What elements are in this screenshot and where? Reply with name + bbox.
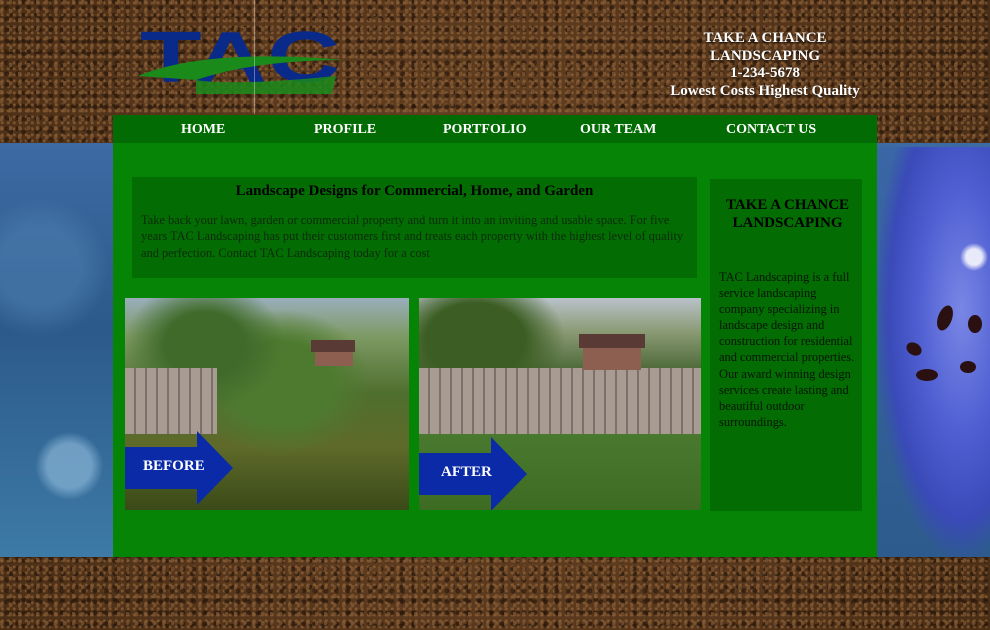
main-panel: HOME PROFILE PORTFOLIO OUR TEAM CONTACT … xyxy=(113,115,877,557)
nav-profile[interactable]: PROFILE xyxy=(314,122,376,138)
before-label: BEFORE xyxy=(143,458,205,474)
nav-home[interactable]: HOME xyxy=(181,122,225,138)
flower-image xyxy=(876,147,990,557)
before-photo: BEFORE xyxy=(125,298,409,510)
fence xyxy=(125,368,217,434)
nav-contact-us[interactable]: CONTACT US xyxy=(726,122,816,138)
intro-text: Take back your lawn, garden or commercia… xyxy=(141,213,684,260)
main-nav: HOME PROFILE PORTFOLIO OUR TEAM CONTACT … xyxy=(113,115,877,143)
header-divider xyxy=(254,0,255,114)
intro-box: Landscape Designs for Commercial, Home, … xyxy=(132,177,697,278)
company-name: TAKE A CHANCE LANDSCAPING xyxy=(703,30,827,64)
phone-number: 1-234-5678 xyxy=(730,65,800,81)
nav-portfolio[interactable]: PORTFOLIO xyxy=(443,122,527,138)
company-info: TAKE A CHANCE LANDSCAPING 1-234-5678 Low… xyxy=(655,30,875,100)
after-label: AFTER xyxy=(441,464,492,480)
tac-logo[interactable]: TAC xyxy=(136,20,346,102)
fence xyxy=(419,368,701,434)
logo-graphic: TAC xyxy=(138,20,344,98)
sidebar-box: TAKE A CHANCE LANDSCAPING TAC Landscapin… xyxy=(710,179,862,511)
nav-our-team[interactable]: OUR TEAM xyxy=(580,122,656,138)
after-photo: AFTER xyxy=(419,298,701,510)
sidebar-title: TAKE A CHANCE LANDSCAPING xyxy=(725,197,850,231)
intro-title: Landscape Designs for Commercial, Home, … xyxy=(235,183,594,199)
sidebar-text: TAC Landscaping is a full service landsc… xyxy=(719,270,855,429)
tagline: Lowest Costs Highest Quality xyxy=(670,82,860,99)
